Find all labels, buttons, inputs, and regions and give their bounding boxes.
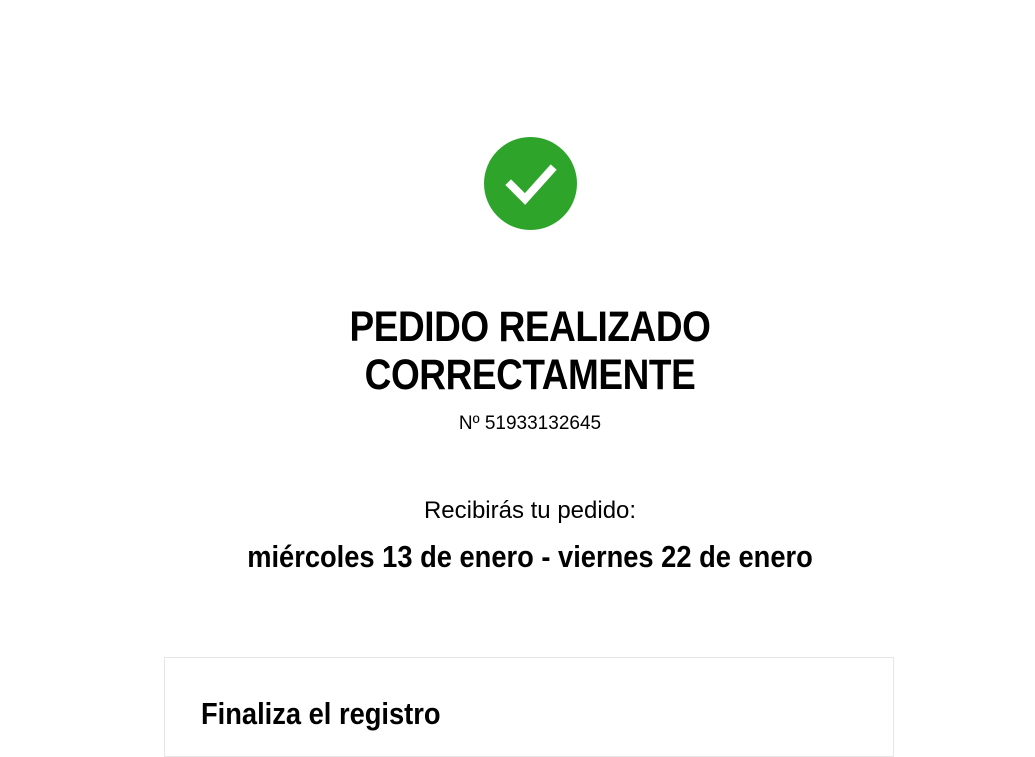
delivery-label: Recibirás tu pedido:: [423, 497, 637, 524]
check-circle-icon: [484, 137, 577, 230]
title-line-2: CORRECTAMENTE: [364, 351, 696, 399]
register-title: Finaliza el registro: [201, 696, 441, 731]
page-title: PEDIDO REALIZADO CORRECTAMENTE: [74, 303, 986, 399]
title-line-1: PEDIDO REALIZADO: [349, 303, 711, 351]
register-card: Finaliza el registro: [164, 657, 894, 757]
delivery-dates: miércoles 13 de enero - viernes 22 de en…: [247, 539, 813, 574]
order-number: Nº 51933132645: [458, 413, 602, 434]
checkmark-icon: [504, 163, 557, 205]
